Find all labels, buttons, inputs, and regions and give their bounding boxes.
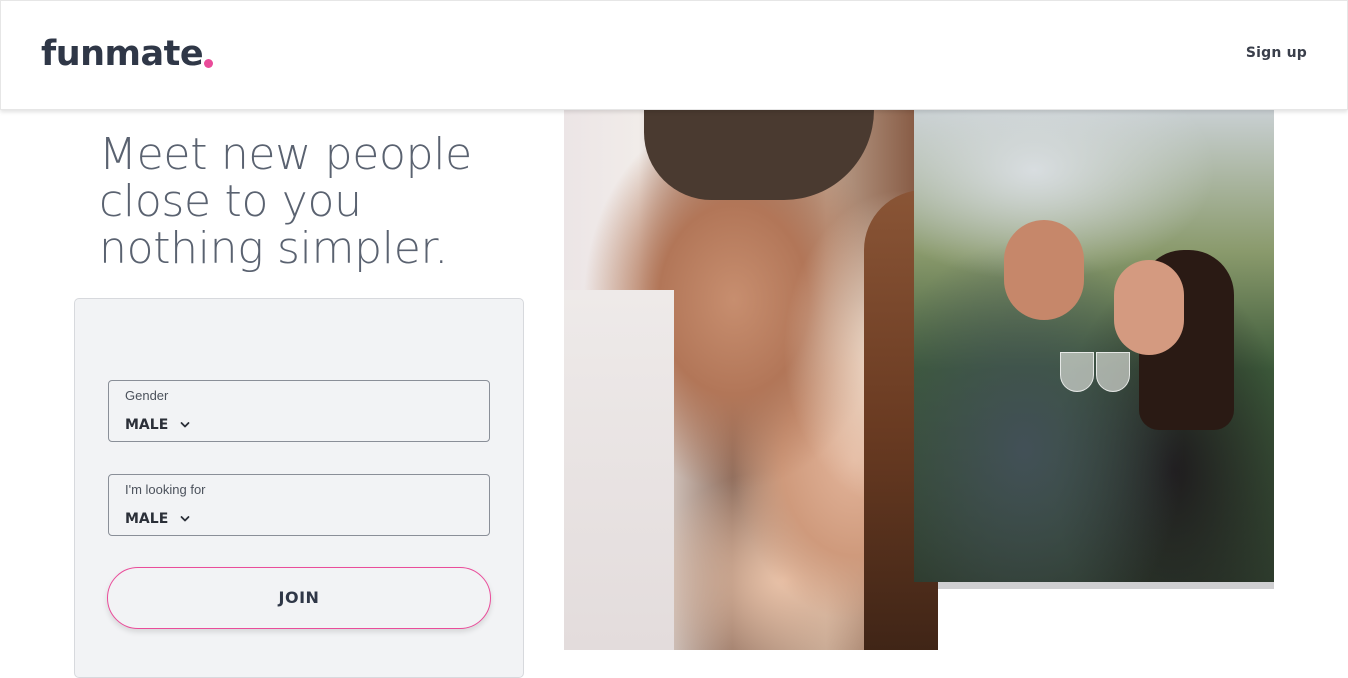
- couple-toasting-wine-photo: [914, 110, 1274, 582]
- photo-shirt: [564, 290, 674, 650]
- gender-label: Gender: [125, 388, 169, 403]
- site-header: funmate Sign up: [0, 0, 1348, 110]
- looking-for-selected-value: MALE: [125, 511, 169, 527]
- headline-line-1: Meet new people: [99, 129, 472, 180]
- logo-dot-icon: [204, 59, 214, 68]
- chevron-down-icon: [180, 422, 190, 428]
- logo-text: funmate: [41, 34, 204, 74]
- couple-forehead-touch-photo: [564, 110, 938, 650]
- signup-form-card: Gender MALE I'm looking for MALE JOIN: [74, 298, 524, 678]
- gender-selected-value: MALE: [125, 417, 169, 433]
- chevron-down-icon: [180, 516, 190, 522]
- looking-for-value[interactable]: MALE: [125, 511, 190, 527]
- photo-hair: [644, 110, 874, 200]
- photo-face: [1004, 220, 1084, 320]
- photo-face: [1114, 260, 1184, 355]
- gender-select[interactable]: Gender MALE: [108, 380, 490, 442]
- wine-glass-icon: [1060, 352, 1094, 392]
- wine-glass-icon: [1096, 352, 1130, 392]
- hero-headline: Meet new people close to you nothing sim…: [99, 131, 539, 272]
- gender-value[interactable]: MALE: [125, 417, 190, 433]
- headline-line-3: nothing simpler.: [99, 223, 448, 274]
- headline-line-2: close to you: [99, 176, 362, 227]
- join-button[interactable]: JOIN: [107, 567, 491, 629]
- signup-link[interactable]: Sign up: [1246, 45, 1307, 61]
- looking-for-label: I'm looking for: [125, 482, 206, 497]
- photo-shadow: [938, 582, 1274, 589]
- logo[interactable]: funmate: [41, 31, 214, 77]
- looking-for-select[interactable]: I'm looking for MALE: [108, 474, 490, 536]
